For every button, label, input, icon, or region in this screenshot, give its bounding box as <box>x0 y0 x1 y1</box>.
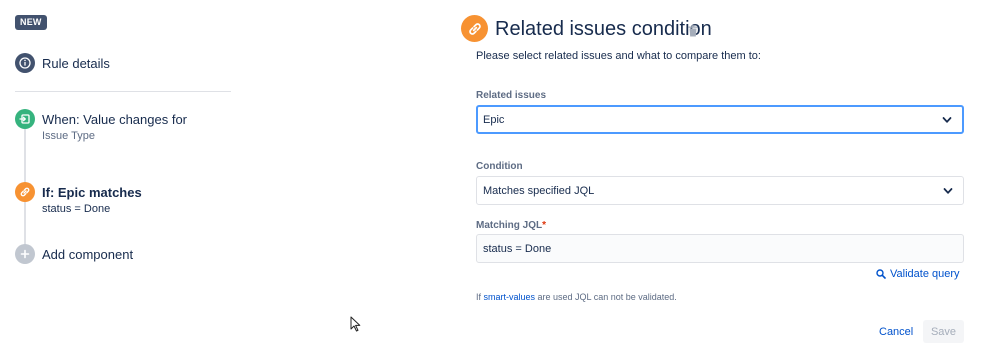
trigger-title[interactable]: When: Value changes for <box>42 112 187 127</box>
condition-select[interactable]: Matches specified JQL <box>476 176 964 205</box>
condition-title[interactable]: If: Epic matches <box>42 185 142 200</box>
smart-values-hint: If smart-values are used JQL can not be … <box>476 292 677 302</box>
smart-values-link[interactable]: smart-values <box>484 292 536 302</box>
matching-jql-label: Matching JQL* <box>476 220 547 231</box>
chevron-down-icon <box>942 116 952 123</box>
info-icon[interactable] <box>15 53 35 73</box>
condition-value: Matches specified JQL <box>483 184 595 197</box>
related-issues-value: Epic <box>483 113 505 126</box>
trigger-subtitle: Issue Type <box>42 130 95 142</box>
related-issues-label: Related issues <box>476 90 547 101</box>
plus-icon[interactable] <box>15 244 35 264</box>
required-marker: * <box>542 220 547 231</box>
matching-jql-input[interactable]: status = Done <box>476 234 964 263</box>
instructions: Please select related issues and what to… <box>476 50 761 62</box>
cancel-button[interactable]: Cancel <box>872 321 920 343</box>
add-component-link[interactable]: Add component <box>42 247 133 262</box>
condition-label: Condition <box>476 161 523 172</box>
link-icon[interactable] <box>15 182 35 202</box>
new-badge: NEW <box>15 15 47 30</box>
divider <box>15 91 231 92</box>
trash-icon[interactable] <box>688 25 698 37</box>
trigger-icon[interactable] <box>15 109 35 129</box>
mouse-cursor-icon <box>350 316 361 332</box>
save-button[interactable]: Save <box>923 320 964 343</box>
related-issues-select[interactable]: Epic <box>476 105 964 134</box>
search-icon <box>876 269 886 279</box>
chevron-down-icon <box>943 187 953 194</box>
panel-title: Related issues condition <box>495 18 712 40</box>
rule-details-link[interactable]: Rule details <box>42 56 110 71</box>
validate-query-button[interactable]: Validate query <box>876 268 960 280</box>
matching-jql-value: status = Done <box>483 242 552 255</box>
condition-subtitle: status = Done <box>42 203 111 215</box>
link-icon <box>461 15 488 42</box>
validate-query-label: Validate query <box>890 268 960 280</box>
